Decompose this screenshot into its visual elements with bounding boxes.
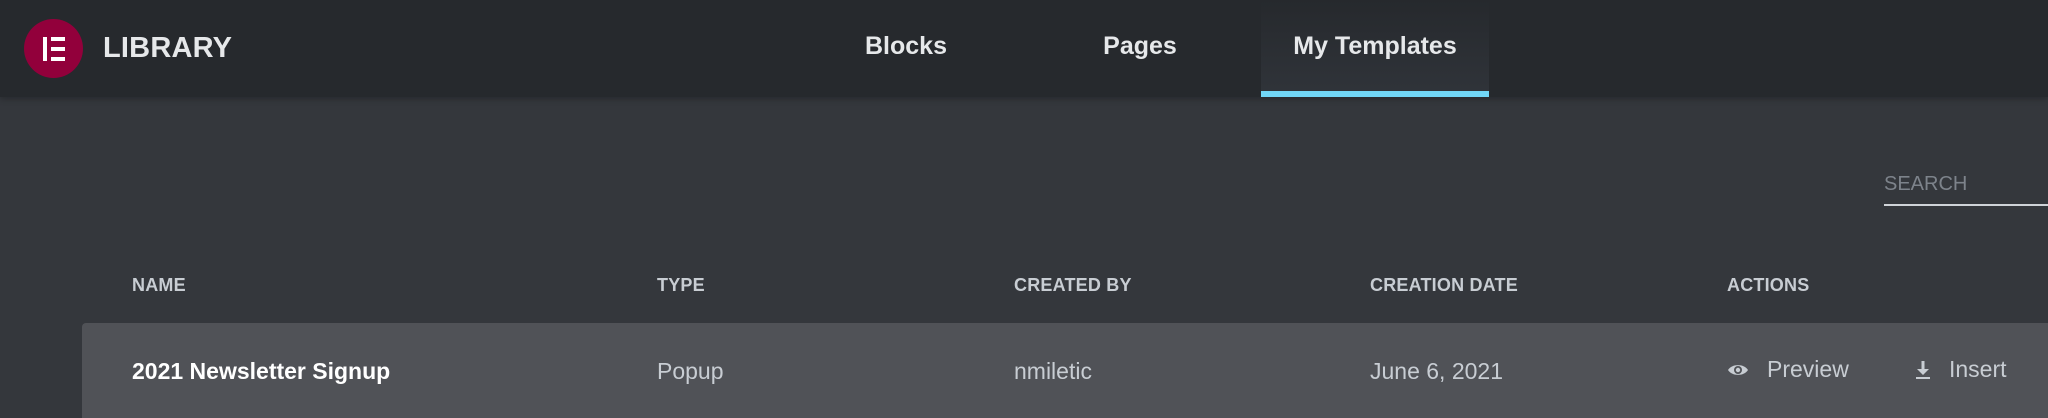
table-row: 2021 Newsletter Signup Popup nmiletic Ju… <box>82 323 2048 418</box>
column-header-actions: ACTIONS <box>1727 275 1810 295</box>
template-creation-date: June 6, 2021 <box>1370 358 1504 384</box>
preview-button[interactable]: Preview <box>1727 356 1849 383</box>
download-icon <box>1915 360 1931 379</box>
column-header-type[interactable]: TYPE <box>657 275 705 296</box>
tab-my-templates-label: My Templates <box>1293 32 1457 60</box>
tab-blocks-label: Blocks <box>865 32 947 60</box>
template-type: Popup <box>657 358 724 384</box>
elementor-logo-icon <box>24 19 83 78</box>
library-title: LIBRARY <box>103 32 233 64</box>
insert-label: Insert <box>1949 356 2007 382</box>
library-header: LIBRARY Blocks Pages My Templates <box>0 0 2048 97</box>
column-header-creation-date[interactable]: CREATION DATE <box>1370 275 1518 296</box>
template-author: nmiletic <box>1014 358 1092 384</box>
tab-blocks[interactable]: Blocks <box>826 0 986 97</box>
tab-pages[interactable]: Pages <box>1060 0 1220 97</box>
tab-my-templates[interactable]: My Templates <box>1261 0 1489 97</box>
preview-label: Preview <box>1767 356 1849 382</box>
search-input[interactable] <box>1884 156 2048 206</box>
column-header-created-by[interactable]: CREATED BY <box>1014 275 1132 296</box>
tab-pages-label: Pages <box>1103 32 1177 60</box>
eye-icon <box>1727 362 1749 378</box>
template-name: 2021 Newsletter Signup <box>132 358 391 384</box>
column-header-name[interactable]: NAME <box>132 275 186 296</box>
insert-button[interactable]: Insert <box>1915 356 2007 383</box>
